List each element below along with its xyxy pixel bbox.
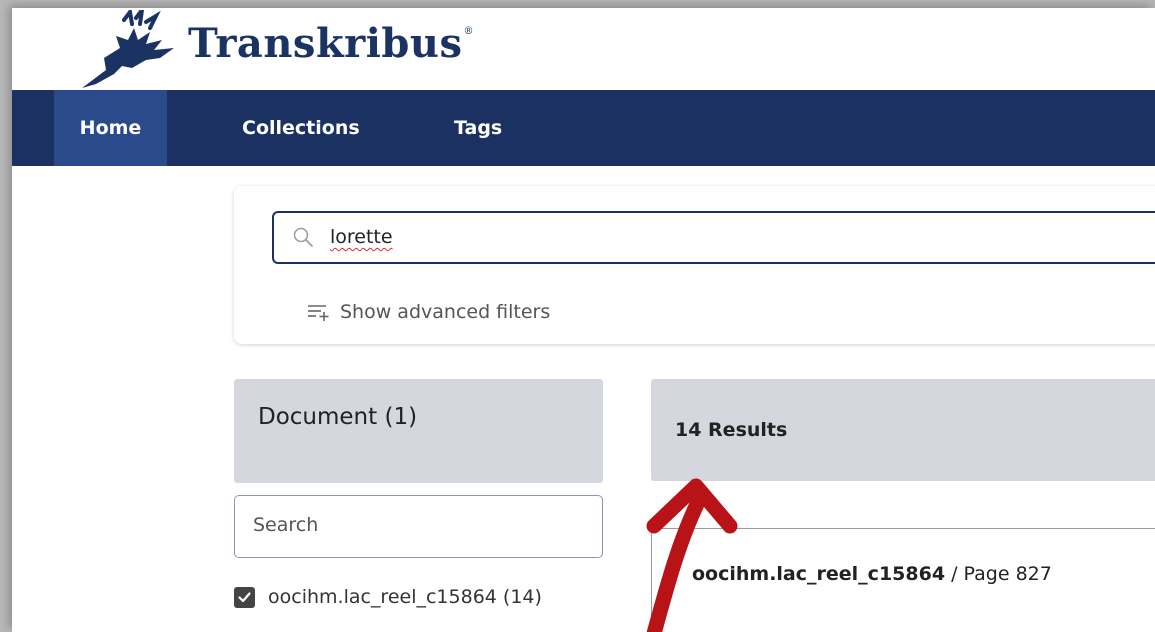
search-icon [293,227,313,247]
document-facet-title: Document (1) [258,404,418,430]
nav-tags[interactable]: Tags [454,90,502,166]
search-panel: lorette Show advanced filters [234,186,1155,344]
results-header: 14 Results [651,379,1155,481]
nav-collections[interactable]: Collections [242,90,360,166]
checkmark-icon [238,591,251,602]
search-query: lorette [330,226,393,248]
header: Transkribus® [12,8,1155,90]
advanced-filters-label: Show advanced filters [340,301,551,323]
checkbox-checked-icon[interactable] [234,586,255,608]
transkribus-logo-icon [82,10,174,88]
show-advanced-filters-button[interactable]: Show advanced filters [306,298,550,326]
registered-mark: ® [463,26,475,37]
brand-name: Transkribus [188,20,463,67]
brand-wordmark[interactable]: Transkribus® [188,20,474,67]
filter-add-icon [308,305,329,321]
main-nav: Home Collections Tags [12,90,1155,166]
result-title[interactable]: oocihm.lac_reel_c15864 / Page 827 [692,563,1052,585]
search-input[interactable]: lorette [272,211,1155,264]
app-window: Transkribus® Home Collections Tags loret… [12,8,1155,632]
facet-search-input[interactable]: Search [234,495,603,558]
result-item[interactable]: oocihm.lac_reel_c15864 / Page 827 [651,528,1155,632]
nav-home[interactable]: Home [54,90,167,166]
facet-search-placeholder: Search [253,514,319,536]
result-doc-name: oocihm.lac_reel_c15864 [692,563,946,585]
document-facet-header: Document (1) [234,379,603,483]
facet-item-label: oocihm.lac_reel_c15864 (14) [268,586,542,608]
facet-document-item[interactable]: oocihm.lac_reel_c15864 (14) [234,582,542,612]
results-count: 14 Results [675,419,788,441]
result-page: / Page 827 [945,563,1052,585]
